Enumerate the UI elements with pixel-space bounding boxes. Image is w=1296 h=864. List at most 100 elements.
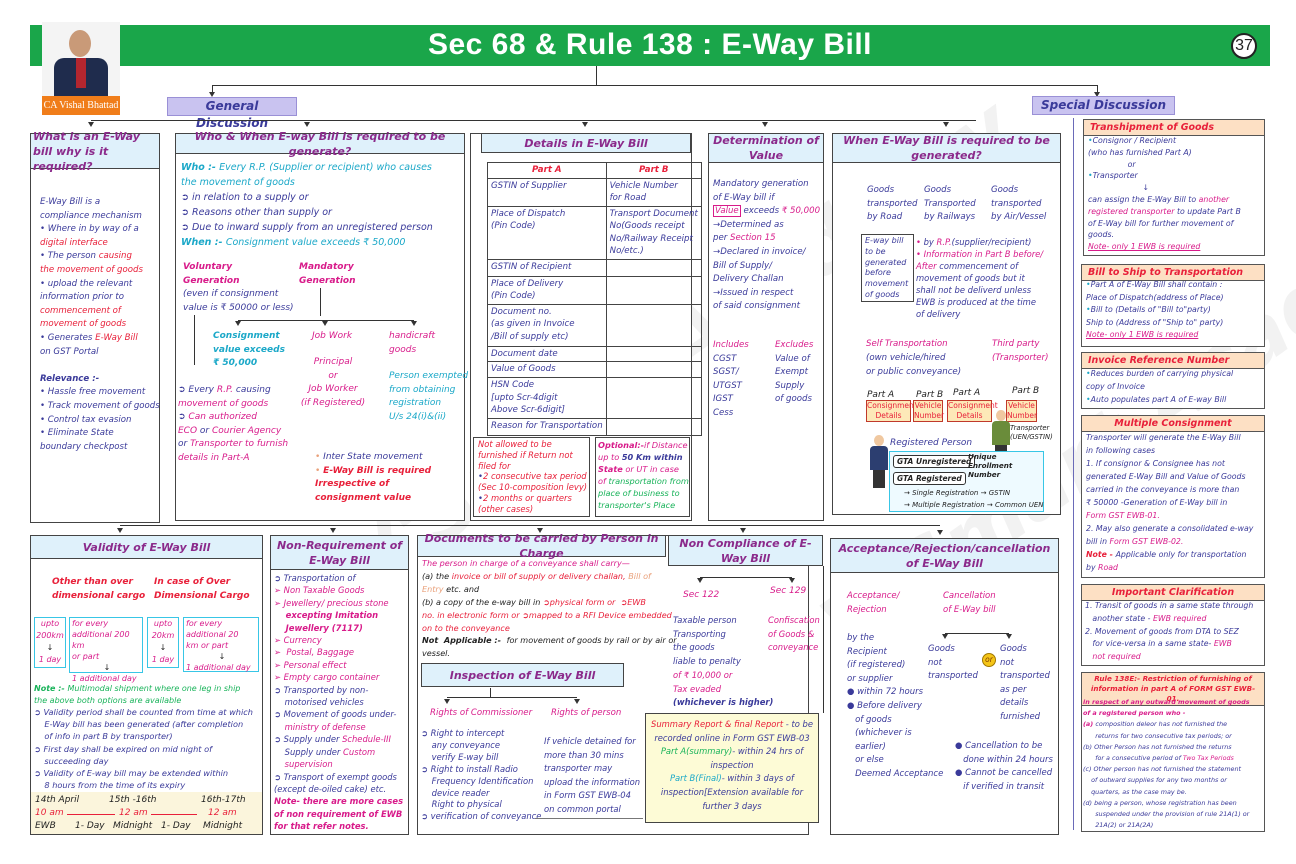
text-line: ministry of defense	[274, 721, 403, 733]
text-line: •Bill to (Details of "Bill to"party)	[1086, 304, 1224, 317]
text-segment: for that refer notes.	[274, 821, 369, 832]
text-segment: Excludes	[775, 340, 814, 350]
text-segment: device reader	[421, 787, 490, 798]
text-line: of E-Way bill for further movement of	[1088, 218, 1241, 230]
text-segment: R.P.	[936, 237, 952, 247]
details-table: Part A Part B GSTIN of Supplier Vehicle Nu…	[487, 162, 702, 436]
text-segment: details in Part-A	[178, 452, 250, 463]
text-line: ➲ Can authorized	[178, 411, 288, 425]
text-segment: When :-	[181, 237, 226, 248]
text-line: the goods	[673, 641, 773, 655]
text-segment: on to the conveyance	[422, 622, 510, 633]
text-segment: Bill of	[628, 570, 651, 581]
text-segment: • Eliminate State	[40, 428, 114, 439]
text-segment: information prior to	[40, 292, 125, 303]
part-b-cell	[605, 303, 702, 347]
text-line: movement of goods	[178, 398, 288, 412]
part-b-cell	[605, 275, 702, 305]
text-segment: ➲ Transport of exempt goods	[274, 771, 397, 782]
text-line: done within 24 hours	[955, 754, 1053, 768]
text-line: device reader	[421, 788, 541, 800]
text-line: ➢ Personal effect	[274, 659, 403, 671]
documents-header: Documents to be carried by Person in Cha…	[417, 532, 666, 560]
text-segment: (except de-oiled cake) etc.	[274, 783, 387, 794]
text-segment: Right to physical	[421, 799, 502, 810]
text-line: as per	[1000, 684, 1050, 698]
what-is-header: What is an E-Way bill why is it required…	[30, 130, 160, 173]
text-line: of delivery	[916, 308, 1043, 320]
text-line: details	[1000, 697, 1050, 711]
text-segment: EWB required	[1152, 613, 1207, 623]
text-line: Generation	[183, 275, 294, 289]
text-line: Note- there are more cases	[274, 795, 403, 807]
text-line: not required	[1085, 651, 1253, 664]
text-segment: place of business to	[598, 488, 680, 498]
text-line: up to 50 Km within	[598, 451, 689, 463]
other-than-over-dimensional: Other than over dimensional cargo	[52, 575, 145, 603]
text-line: ➲ Validity of E-way bill may be extended…	[34, 767, 253, 779]
text-segment: Relevance :-	[40, 373, 100, 384]
text-segment: Courier Agency	[212, 425, 282, 436]
text-segment: details	[1000, 698, 1029, 709]
text-line: conveyance	[768, 641, 820, 655]
text-segment: Mandatory generation	[713, 179, 809, 189]
text-segment: Bill of Supply/	[713, 260, 772, 271]
documents-body: The person in charge of a conveyance sha…	[422, 557, 677, 660]
text-segment: Person exempted	[389, 371, 469, 381]
part-b-cell	[605, 258, 702, 277]
text-segment: Goods	[928, 644, 955, 654]
text-line: ➲ First day shall be expired on mid nigh…	[34, 743, 253, 755]
part-b-cell: Transport Document No(Goods receipt No/Rai…	[605, 205, 702, 260]
text-segment: Generation	[183, 275, 240, 286]
who-intro: Who :- Every R.P. (Supplier or recipient…	[181, 160, 433, 250]
text-line: of Goods &	[768, 628, 820, 642]
text-segment: 2 months or quarters	[482, 492, 572, 503]
text-segment: 8 hours from the time of its expiry	[34, 780, 186, 791]
text-line: (c) Other person has not furnished the s…	[1083, 764, 1250, 775]
text-segment: ➲ Right to install Radio	[421, 763, 518, 774]
text-line: Job Work	[312, 330, 352, 344]
text-line: (whichever is	[847, 727, 943, 741]
text-line: inspection[Extension available for	[645, 786, 819, 800]
text-segment: excepting Imitation	[274, 610, 379, 621]
text-segment: ➲ Due to inward supply from an unregiste…	[181, 222, 433, 233]
goods-not-transported: Goods not transported	[928, 643, 978, 684]
text-line: Principal	[300, 356, 366, 370]
text-line: Exempt	[775, 366, 813, 380]
text-segment: Supply under	[274, 746, 344, 757]
text-line: Supply under Custom	[274, 746, 403, 758]
text-line: no. in electronic form or ➲mapped to a R…	[422, 609, 677, 622]
text-line: commencement of	[40, 305, 160, 319]
text-segment: transporter may	[544, 763, 613, 774]
text-line: Summary Report & final Report - to be	[645, 718, 819, 732]
text-line: • Generates E-Way Bill	[40, 332, 160, 346]
text-segment: (whichever is higher)	[673, 697, 774, 708]
text-segment: value exceeds	[213, 344, 285, 355]
text-segment: Auto populates part A of E-way Bill	[1090, 395, 1227, 404]
text-line: of E-Way bill	[943, 604, 996, 618]
part-a-cell: HSN Code [upto Scr-4digit Above Scr-6digit…	[487, 377, 607, 419]
text-segment: - within 24 hrs of	[732, 746, 804, 757]
text-segment: ➲ Validity of E-way bill may be extended…	[34, 768, 229, 779]
text-line: the movement of goods	[40, 264, 160, 278]
sec-122: Sec 122	[683, 590, 720, 600]
text-line: not	[928, 657, 978, 671]
text-line: Third party	[992, 337, 1048, 351]
text-segment: (other cases)	[478, 503, 534, 514]
text-segment: ● Cannot be cancelled	[955, 768, 1053, 779]
text-line: Value of	[775, 353, 813, 367]
text-segment: • Hassle free movement	[40, 387, 146, 398]
consignment-details-box: Consignment Details	[947, 400, 998, 422]
text-segment: ₹ 50,000	[781, 206, 821, 217]
part-a-header: Part A	[487, 162, 607, 179]
text-segment: ● Before delivery	[847, 700, 922, 711]
text-segment: movement of goods	[40, 319, 127, 330]
text-line: Goods	[1000, 643, 1050, 657]
text-segment: (if Registered)	[300, 397, 366, 408]
text-segment: can assign the E-Way Bill to	[1088, 194, 1199, 204]
text-line: ● Cancellation to be	[955, 740, 1053, 754]
text-line: the movement of goods	[181, 175, 433, 190]
text-line: CGST	[713, 353, 749, 367]
text-line: • by R.P.(supplier/recipient)	[916, 236, 1043, 248]
text-segment: E-Way Bill	[95, 332, 138, 343]
